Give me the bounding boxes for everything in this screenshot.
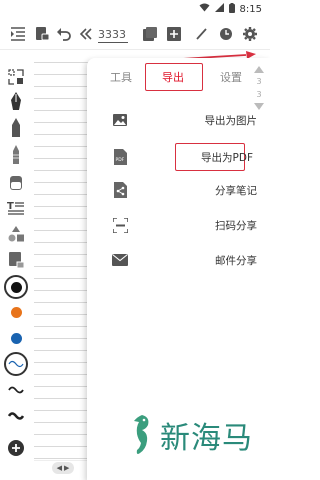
image-icon xyxy=(111,111,129,129)
status-time: 8:15 xyxy=(239,3,262,15)
scroll-up-icon[interactable] xyxy=(254,66,264,73)
pen-icon[interactable] xyxy=(192,24,212,44)
popup-tabs: 工具 导出 设置 xyxy=(87,58,270,94)
add-page-icon[interactable] xyxy=(164,24,184,44)
qr-share-label: 扫码分享 xyxy=(215,219,257,232)
share-file-icon xyxy=(111,181,129,199)
mail-share-item[interactable]: 邮件分享 xyxy=(107,248,257,272)
pencil-icon[interactable] xyxy=(5,117,27,139)
color-swatch-orange[interactable] xyxy=(5,301,27,323)
first-page-icon[interactable] xyxy=(76,24,96,44)
clock-icon[interactable] xyxy=(216,24,236,44)
stroke-thick-icon[interactable] xyxy=(5,405,27,427)
lasso-select-icon[interactable] xyxy=(5,66,27,88)
shapes-icon[interactable] xyxy=(5,223,27,245)
add-tool-icon[interactable] xyxy=(5,437,27,459)
fountain-pen-icon[interactable] xyxy=(5,91,27,113)
arrow-right-icon[interactable]: ▶ xyxy=(64,464,69,472)
watermark-logo: 新海马 xyxy=(128,410,266,460)
tab-settings[interactable]: 设置 xyxy=(220,69,242,85)
color-swatch-blue[interactable] xyxy=(5,327,27,349)
app-screen: 8:15 3333 T ◀ ▶ 工具 导出 设置 3 3 导出为图片 PDF 导… xyxy=(0,0,270,480)
export-tab-highlight xyxy=(145,63,203,91)
svg-text:PDF: PDF xyxy=(115,157,124,163)
arrow-left-icon[interactable]: ◀ xyxy=(57,464,62,472)
signal-icon xyxy=(214,3,224,15)
mail-share-label: 邮件分享 xyxy=(215,254,257,267)
export-pdf-item[interactable]: PDF 导出为PDF xyxy=(107,145,257,169)
scroll-page-a: 3 xyxy=(256,77,262,86)
share-note-item[interactable]: 分享笔记 xyxy=(107,178,257,202)
eraser-icon[interactable] xyxy=(5,171,27,193)
stroke-medium-icon[interactable] xyxy=(5,379,27,401)
share-note-label: 分享笔记 xyxy=(215,184,257,197)
svg-text:T: T xyxy=(7,201,14,212)
copy-page-icon[interactable] xyxy=(140,24,160,44)
watermark-text: 新海马 xyxy=(160,421,253,456)
export-pdf-label: 导出为PDF xyxy=(201,151,253,164)
notebook-lock-icon[interactable] xyxy=(32,24,52,44)
export-image-item[interactable]: 导出为图片 xyxy=(107,108,257,132)
page-nav-pill[interactable]: ◀ ▶ xyxy=(52,462,74,474)
scroll-page-b: 3 xyxy=(256,90,262,99)
qr-scan-icon xyxy=(111,216,129,234)
tab-tools[interactable]: 工具 xyxy=(110,69,132,85)
qr-share-item[interactable]: 扫码分享 xyxy=(107,213,257,237)
wifi-icon xyxy=(199,3,210,15)
undo-icon[interactable] xyxy=(54,24,74,44)
pdf-file-icon: PDF xyxy=(111,148,129,166)
color-swatch-black[interactable] xyxy=(5,276,27,298)
menu-indent-icon[interactable] xyxy=(8,24,28,44)
page-number-input[interactable] xyxy=(98,27,128,43)
marker-icon[interactable] xyxy=(5,144,27,166)
status-bar: 8:15 xyxy=(0,0,270,18)
settings-gear-icon[interactable] xyxy=(240,24,260,44)
left-toolbox: T xyxy=(0,51,34,471)
top-toolbar xyxy=(0,20,270,66)
stroke-thin-icon[interactable] xyxy=(5,353,27,375)
seahorse-logo-icon xyxy=(134,415,149,454)
mail-icon xyxy=(111,251,129,269)
battery-icon xyxy=(228,2,235,16)
text-tool-icon[interactable]: T xyxy=(5,197,27,219)
insert-image-icon[interactable] xyxy=(5,249,27,271)
export-image-label: 导出为图片 xyxy=(204,114,258,127)
